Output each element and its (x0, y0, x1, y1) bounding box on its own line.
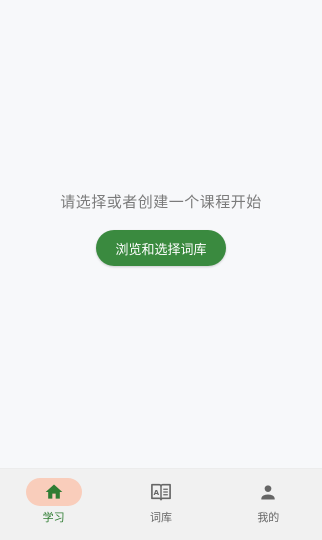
nav-icon-container (240, 478, 296, 506)
nav-tab-study-label: 学习 (42, 511, 65, 524)
browse-wordbanks-button[interactable]: 浏览和选择词库 (96, 230, 226, 266)
empty-state-message: 请选择或者创建一个课程开始 (60, 193, 262, 211)
app-screen: 请选择或者创建一个课程开始 浏览和选择词库 学习 A 词库 我的 (0, 0, 322, 540)
nav-tab-profile[interactable]: 我的 (215, 469, 322, 540)
nav-tab-profile-label: 我的 (257, 511, 280, 524)
nav-tab-study[interactable]: 学习 (0, 469, 107, 540)
nav-tab-wordbank-label: 词库 (149, 511, 172, 524)
nav-tab-wordbank[interactable]: A 词库 (107, 469, 214, 540)
home-icon (44, 482, 64, 502)
bottom-navigation-bar: 学习 A 词库 我的 (0, 468, 322, 540)
nav-active-indicator (25, 478, 82, 506)
person-icon (258, 482, 278, 502)
book-icon: A (150, 482, 172, 502)
empty-state: 请选择或者创建一个课程开始 浏览和选择词库 (0, 192, 322, 266)
nav-icon-container: A (133, 478, 189, 506)
svg-text:A: A (153, 488, 159, 497)
